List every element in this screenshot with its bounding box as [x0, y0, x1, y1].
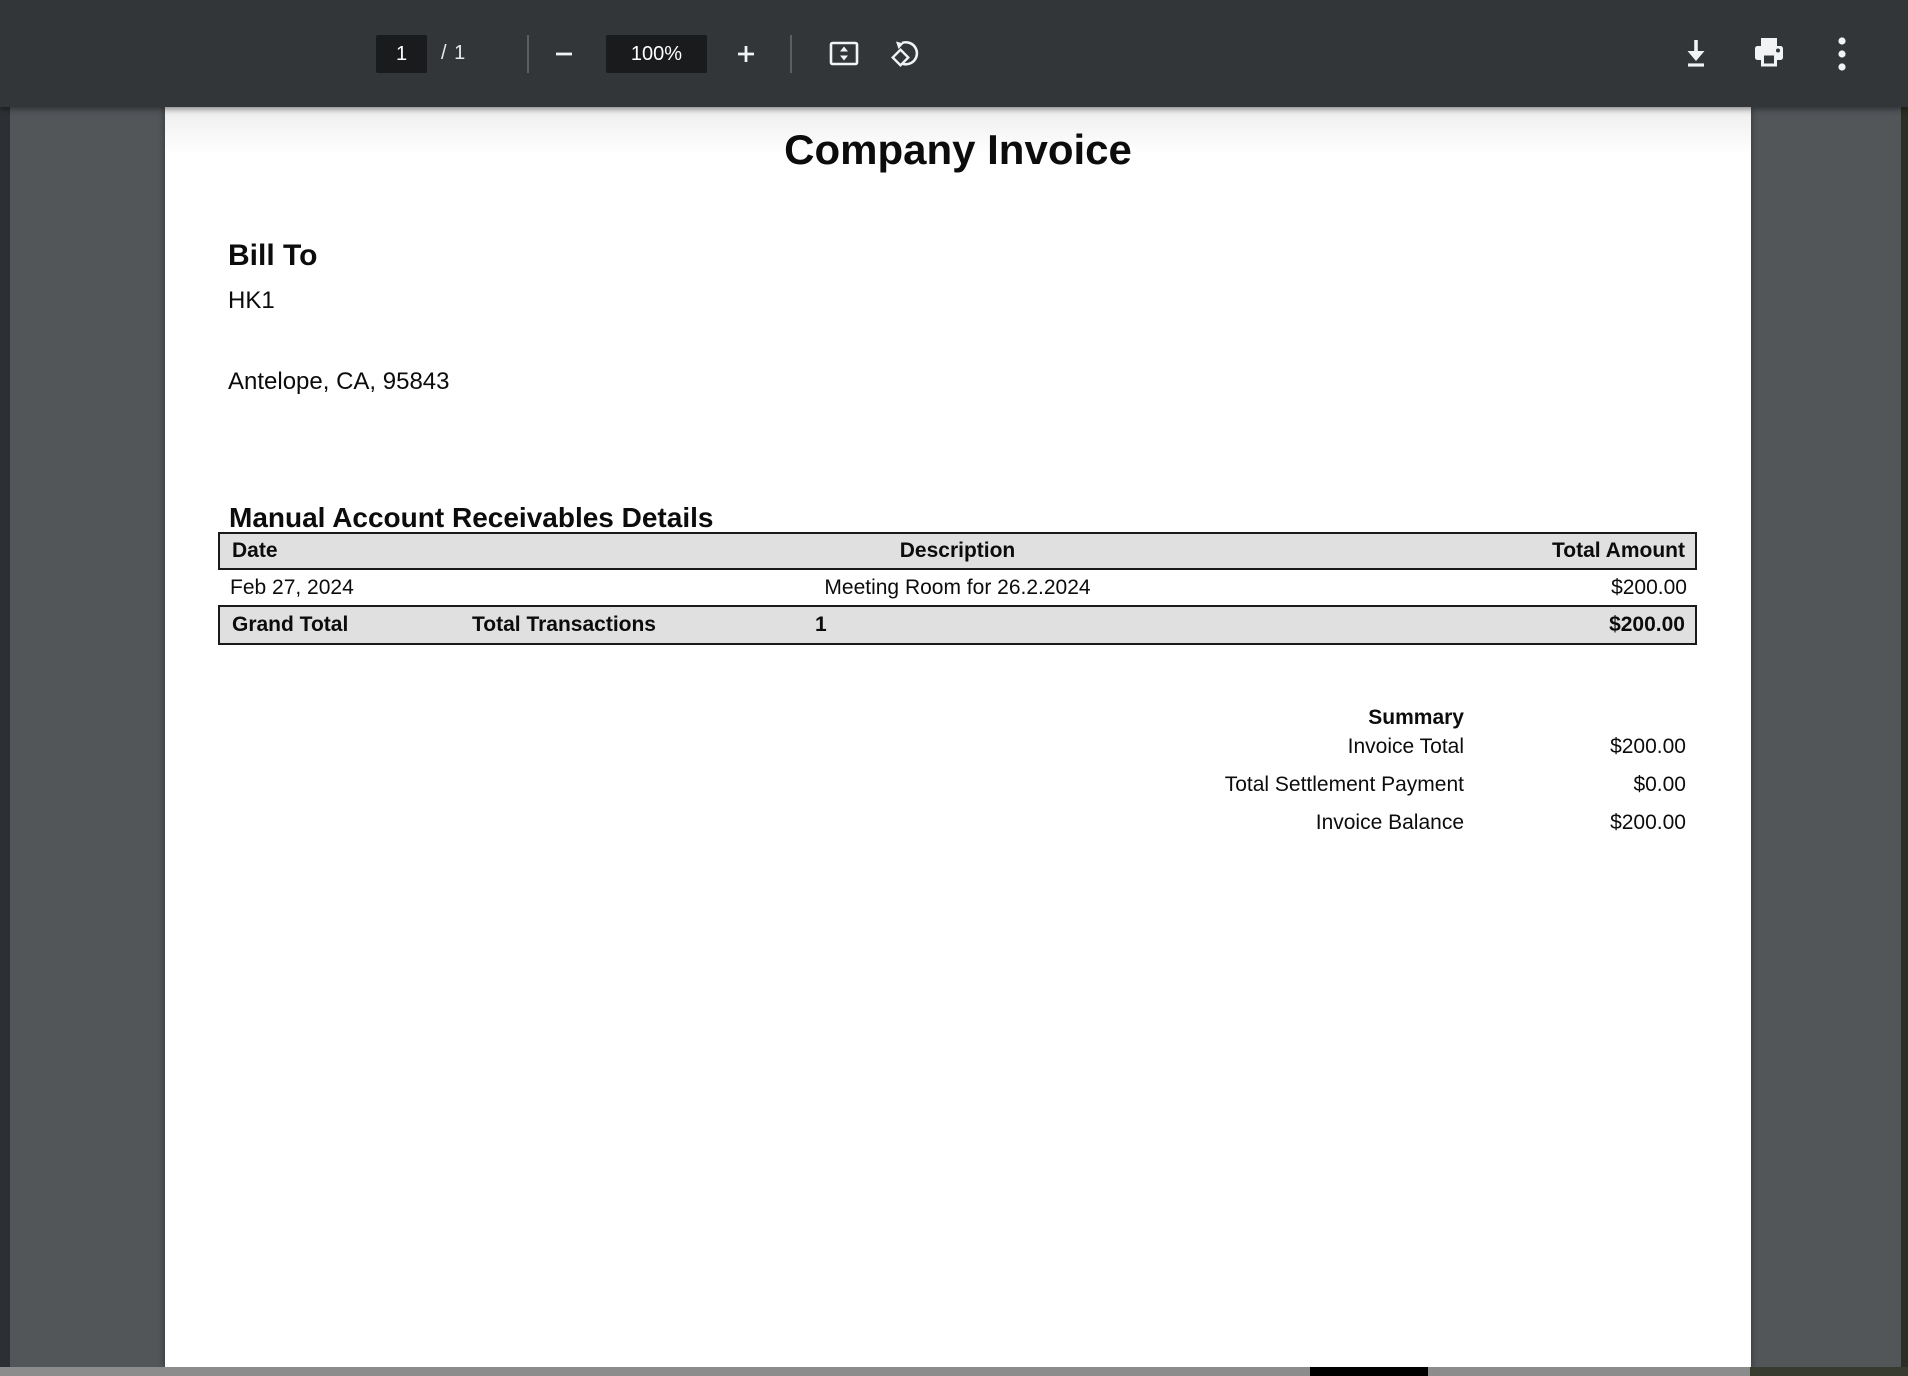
- bill-to-heading: Bill To: [228, 239, 317, 273]
- rotate-ccw-icon: [887, 35, 925, 73]
- pdf-toolbar: / 1 100%: [0, 0, 1908, 107]
- fit-page-icon: [826, 37, 862, 71]
- page-count-label: / 1: [441, 0, 466, 107]
- page-number-input[interactable]: [376, 35, 427, 73]
- summary-label: Invoice Total: [1066, 728, 1464, 766]
- summary-label: Invoice Balance: [1066, 804, 1464, 842]
- kebab-menu-icon: [1822, 30, 1862, 78]
- summary-section: Summary Invoice Total $200.00 Total Sett…: [1066, 707, 1686, 842]
- zoom-level-display[interactable]: 100%: [606, 35, 707, 73]
- summary-value: $200.00: [1464, 728, 1686, 766]
- download-button[interactable]: [1672, 30, 1720, 78]
- fit-page-button[interactable]: [822, 32, 866, 76]
- bill-to-address: Antelope, CA, 95843: [228, 368, 450, 396]
- summary-heading: Summary: [1066, 707, 1686, 728]
- invoice-title: Company Invoice: [165, 127, 1751, 173]
- grand-total-amount: $200.00: [1609, 607, 1685, 643]
- print-button[interactable]: [1745, 30, 1793, 78]
- summary-value: $0.00: [1464, 766, 1686, 804]
- viewer-left-edge: [0, 107, 10, 1367]
- receivables-table: Date Description Total Amount Feb 27, 20…: [218, 532, 1697, 645]
- total-transactions-label: Total Transactions: [472, 607, 656, 643]
- column-description: Description: [220, 534, 1695, 568]
- viewer-right-edge: [1901, 107, 1908, 1376]
- plus-icon: [732, 40, 760, 68]
- document-page: Company Invoice Bill To HK1 Antelope, CA…: [165, 107, 1751, 1367]
- grand-total-row: Grand Total Total Transactions 1 $200.00: [218, 605, 1697, 645]
- table-row: Feb 27, 2024 Meeting Room for 26.2.2024 …: [218, 570, 1697, 605]
- column-total-amount: Total Amount: [1552, 534, 1685, 568]
- zoom-out-button[interactable]: [544, 34, 584, 74]
- receivables-heading: Manual Account Receivables Details: [229, 502, 713, 534]
- total-transactions-count: 1: [815, 607, 827, 643]
- summary-label: Total Settlement Payment: [1066, 766, 1464, 804]
- cell-description: Meeting Room for 26.2.2024: [218, 570, 1697, 605]
- bottom-edge-segment: [1750, 1367, 1908, 1376]
- bill-to-name: HK1: [228, 287, 275, 315]
- summary-value: $200.00: [1464, 804, 1686, 842]
- summary-row: Invoice Total $200.00: [1066, 728, 1686, 766]
- minus-icon: [550, 40, 578, 68]
- zoom-in-button[interactable]: [726, 34, 766, 74]
- cell-amount: $200.00: [1611, 570, 1687, 605]
- more-options-button[interactable]: [1818, 30, 1866, 78]
- grand-total-label: Grand Total: [232, 607, 348, 643]
- summary-row: Invoice Balance $200.00: [1066, 804, 1686, 842]
- print-icon: [1748, 33, 1790, 75]
- summary-row: Total Settlement Payment $0.00: [1066, 766, 1686, 804]
- window-bottom-edge: [0, 1367, 1908, 1376]
- download-icon: [1676, 34, 1716, 74]
- rotate-button[interactable]: [884, 32, 928, 76]
- bottom-edge-segment: [1310, 1367, 1428, 1376]
- toolbar-separator: [790, 35, 792, 73]
- table-header-row: Date Description Total Amount: [218, 532, 1697, 570]
- toolbar-separator: [527, 35, 529, 73]
